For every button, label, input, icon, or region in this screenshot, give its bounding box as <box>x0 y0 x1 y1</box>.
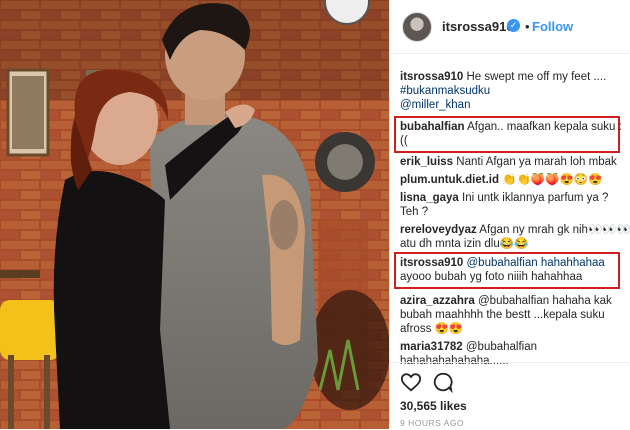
comment-text-line: (( <box>400 135 408 147</box>
comment-text: @bubahalfian hahaha kak <box>478 295 612 307</box>
caption: itsrossa910 He swept me off my feet .... <box>400 70 622 84</box>
comment-text-line: atu dh mnta izin dlu😂😂 <box>400 238 529 250</box>
list-item: plum.untuk.diet.id 👏👏🍑🍑😍😳😍 <box>400 173 622 187</box>
verified-badge-icon: ✓ <box>507 19 520 32</box>
follow-button[interactable]: Follow <box>532 19 573 34</box>
comment-username[interactable]: itsrossa910 <box>400 71 463 83</box>
post-timestamp: 9 HOURS AGO <box>400 418 465 428</box>
post-header: itsrossa910 ✓ • Follow <box>390 0 630 54</box>
comment-username[interactable]: plum.untuk.diet.id <box>400 174 499 186</box>
header-separator: • <box>525 19 530 34</box>
comment-username[interactable]: erik_luiss <box>400 156 453 168</box>
post-photo <box>0 0 389 429</box>
list-item: erik_luiss Nanti Afgan ya marah loh mbak <box>400 155 622 169</box>
comment-text-line: afross 😍😍 <box>400 323 464 335</box>
comment-text: Ini untk iklannya parfum ya ? <box>462 192 609 204</box>
comment-text-line: ayooo bubah yg foto niiih hahahhaa <box>400 271 583 283</box>
comment-username[interactable]: maria31782 <box>400 341 463 353</box>
comment-text-line: Teh ? <box>400 206 429 218</box>
list-item: rereloveydyaz Afgan ny mrah gk nih👀👀👀 <box>400 223 630 237</box>
comment-text: Afgan.. maafkan kepala suku : <box>467 121 622 133</box>
comment-username[interactable]: rereloveydyaz <box>400 224 477 236</box>
list-item: bubahalfian Afgan.. maafkan kepala suku … <box>400 120 622 134</box>
avatar[interactable] <box>402 12 432 42</box>
comment-text-line: bubah maahhhh the bestt ...kepala suku <box>400 309 605 321</box>
list-item: maria31782 @bubahalfian <box>400 340 622 354</box>
like-count[interactable]: 30,565 likes <box>400 399 467 413</box>
header-username[interactable]: itsrossa910 <box>442 19 514 34</box>
list-item: azira_azzahra @bubahalfian hahaha kak <box>400 294 622 308</box>
comment-text: @bubahalfian <box>465 341 538 353</box>
comment-text: He swept me off my feet .... <box>466 71 607 83</box>
comment-username[interactable]: azira_azzahra <box>400 295 475 307</box>
comment-text: Afgan ny mrah gk nih👀👀👀 <box>479 224 630 236</box>
comment-text: 👏👏🍑🍑😍😳😍 <box>502 174 603 186</box>
comment-text: Nanti Afgan ya marah loh mbak <box>456 156 617 168</box>
list-item: lisna_gaya Ini untk iklannya parfum ya ? <box>400 191 622 205</box>
post-sidebar: itsrossa910 ✓ • Follow itsrossa910 He sw… <box>389 0 630 429</box>
comment-icon[interactable] <box>432 371 454 393</box>
heart-icon[interactable] <box>400 371 422 393</box>
action-bar: 30,565 likes 9 HOURS AGO <box>390 362 630 430</box>
list-item: itsrossa910 @bubahalfian hahahhahaa <box>400 256 622 270</box>
hashtag-link[interactable]: #bukanmaksudku <box>400 84 622 98</box>
comment-text: @bubahalfian hahahhahaa <box>466 257 605 269</box>
comment-username[interactable]: itsrossa910 <box>400 257 463 269</box>
photo-illustration <box>0 0 389 429</box>
mention-link[interactable]: @miller_khan <box>400 98 622 112</box>
comment-username[interactable]: lisna_gaya <box>400 192 459 204</box>
comment-username[interactable]: bubahalfian <box>400 121 465 133</box>
